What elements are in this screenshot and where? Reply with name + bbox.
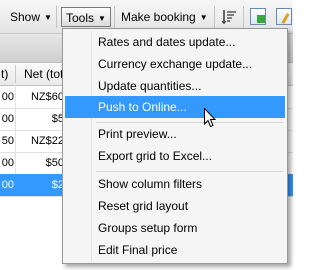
tools-button[interactable]: Tools ▼	[61, 7, 111, 27]
menu-item-groups-setup-form[interactable]: Groups setup form	[65, 217, 285, 239]
table-cell: 00	[1, 157, 14, 169]
toolbar-divider	[214, 6, 215, 28]
table-cell: $50	[45, 157, 64, 169]
menu-item-label: Show column filters	[98, 177, 203, 191]
menu-item-push-to-online[interactable]: Push to Online...	[65, 96, 285, 118]
make-booking-button[interactable]: Make booking ▼	[117, 7, 212, 27]
table-cell: 00	[1, 113, 14, 125]
table-cell: 00	[1, 91, 14, 103]
menu-item-rates-and-dates-update[interactable]: Rates and dates update...	[65, 31, 285, 53]
edit-icon[interactable]	[276, 8, 292, 25]
menu-item-show-column-filters[interactable]: Show column filters	[65, 173, 285, 195]
show-button-label: Show	[10, 10, 41, 24]
table-cell: 50	[1, 135, 14, 147]
sort-lines-icon[interactable]	[221, 9, 237, 25]
menu-item-update-quantities[interactable]: Update quantities...	[65, 75, 285, 97]
tools-button-label: Tools	[66, 11, 95, 25]
table-cell: 00	[1, 179, 14, 191]
menu-item-label: Currency exchange update...	[98, 57, 253, 71]
menu-item-label: Edit Final price	[98, 243, 178, 257]
tools-dropdown-menu: Rates and dates update... Currency excha…	[62, 28, 288, 264]
menu-item-label: Push to Online...	[98, 100, 187, 114]
chevron-down-icon: ▼	[199, 12, 208, 22]
chevron-down-icon: ▼	[98, 13, 106, 23]
menu-item-label: Export grid to Excel...	[98, 149, 213, 163]
make-booking-button-label: Make booking	[121, 10, 196, 24]
menu-item-label: Reset grid layout	[98, 199, 189, 213]
menu-separator	[96, 171, 283, 172]
menu-item-edit-final-price[interactable]: Edit Final price	[65, 239, 285, 261]
column-header[interactable]: t)	[1, 63, 13, 85]
toolbar-divider	[56, 6, 57, 28]
toolbar-divider	[243, 6, 244, 28]
chevron-down-icon: ▼	[44, 12, 52, 22]
menu-item-reset-grid-layout[interactable]: Reset grid layout	[65, 195, 285, 217]
table-cell: $2	[51, 179, 64, 191]
column-header-net-total[interactable]: Net (tot	[24, 63, 64, 85]
toolbar-divider	[114, 6, 115, 28]
show-button[interactable]: Show ▼	[6, 7, 56, 27]
mouse-pointer-icon	[204, 108, 216, 128]
menu-item-label: Print preview...	[98, 127, 177, 141]
table-cell: NZ$22	[30, 135, 64, 147]
table-cell: $5	[51, 113, 64, 125]
table-cell: NZ$60	[30, 91, 64, 103]
menu-item-print-preview[interactable]: Print preview...	[65, 123, 285, 145]
menu-item-export-grid-to-excel[interactable]: Export grid to Excel...	[65, 145, 285, 167]
export-icon[interactable]	[250, 8, 266, 25]
column-divider[interactable]	[15, 65, 16, 83]
menu-item-label: Groups setup form	[98, 221, 198, 235]
menu-item-label: Rates and dates update...	[98, 35, 236, 49]
menu-item-currency-exchange-update[interactable]: Currency exchange update...	[65, 53, 285, 75]
menu-item-label: Update quantities...	[98, 79, 202, 93]
